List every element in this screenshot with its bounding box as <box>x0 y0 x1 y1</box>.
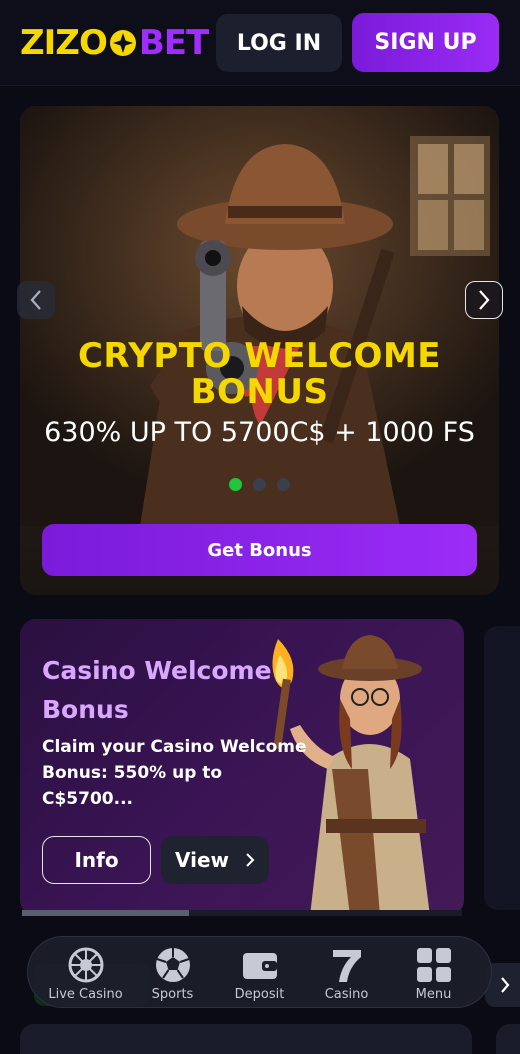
nav-label: Sports <box>151 987 194 1002</box>
carousel-prev-button[interactable] <box>17 281 55 319</box>
seven-icon <box>332 950 361 982</box>
zizobet-logo[interactable]: ZIZO BET <box>20 22 209 64</box>
carousel-next-button[interactable] <box>465 281 503 319</box>
chevron-right-icon <box>501 977 510 993</box>
signup-button[interactable]: SIGN UP <box>352 13 499 72</box>
get-bonus-button[interactable]: Get Bonus <box>42 524 477 576</box>
bottom-navigation: Live Casino Sports Deposit Casino Menu <box>27 936 492 1008</box>
hero-subtitle: 630% UP TO 5700C$ + 1000 FS <box>44 417 475 448</box>
hero-banner[interactable]: CRYPTO WELCOME BONUS 630% UP TO 5700C$ +… <box>20 106 499 595</box>
carousel-dot[interactable] <box>253 478 266 491</box>
nav-label: Menu <box>415 987 452 1002</box>
promo-title: Casino Welcome Bonus <box>42 656 272 724</box>
logo-star-icon <box>109 30 136 56</box>
logo-text-bet: BET <box>138 23 209 63</box>
carousel-dots <box>20 478 499 491</box>
view-button[interactable]: View <box>161 836 269 884</box>
wallet-icon <box>242 953 277 979</box>
nav-label: Casino <box>324 987 369 1002</box>
next-section-card[interactable] <box>20 1024 472 1054</box>
promo-description: Claim your Casino Welcome Bonus: 550% up… <box>42 737 307 809</box>
carousel-dot-active[interactable] <box>229 478 242 491</box>
soccer-ball-icon <box>155 948 190 982</box>
nav-sports[interactable]: Sports <box>130 945 216 1002</box>
roulette-icon <box>68 947 103 983</box>
grid-menu-icon <box>416 948 451 982</box>
logo-text-zizo: ZIZO <box>20 23 108 63</box>
nav-label: Deposit <box>234 987 285 1002</box>
nav-deposit[interactable]: Deposit <box>217 945 303 1002</box>
casino-welcome-promo-card[interactable]: Casino Welcome Bonus Claim your Casino W… <box>20 619 464 916</box>
site-header: ZIZO BET LOG IN SIGN UP <box>0 0 520 86</box>
nav-menu[interactable]: Menu <box>391 945 477 1002</box>
nav-live-casino[interactable]: Live Casino <box>43 945 129 1002</box>
view-button-label: View <box>174 848 230 872</box>
nav-casino[interactable]: Casino <box>304 945 390 1002</box>
info-button[interactable]: Info <box>42 836 151 884</box>
cowboy-illustration <box>20 106 499 526</box>
next-section-card-peek[interactable] <box>496 1024 520 1054</box>
chevron-right-icon <box>479 290 490 310</box>
carousel-dot[interactable] <box>277 478 290 491</box>
next-promo-card-peek[interactable] <box>484 626 520 910</box>
chevron-left-icon <box>30 290 41 310</box>
chevron-right-icon <box>246 853 255 867</box>
nav-label: Live Casino <box>48 987 123 1002</box>
promo-carousel-progress-fill <box>22 910 189 916</box>
login-button[interactable]: LOG IN <box>216 14 342 72</box>
hero-title: CRYPTO WELCOME BONUS <box>77 336 442 412</box>
